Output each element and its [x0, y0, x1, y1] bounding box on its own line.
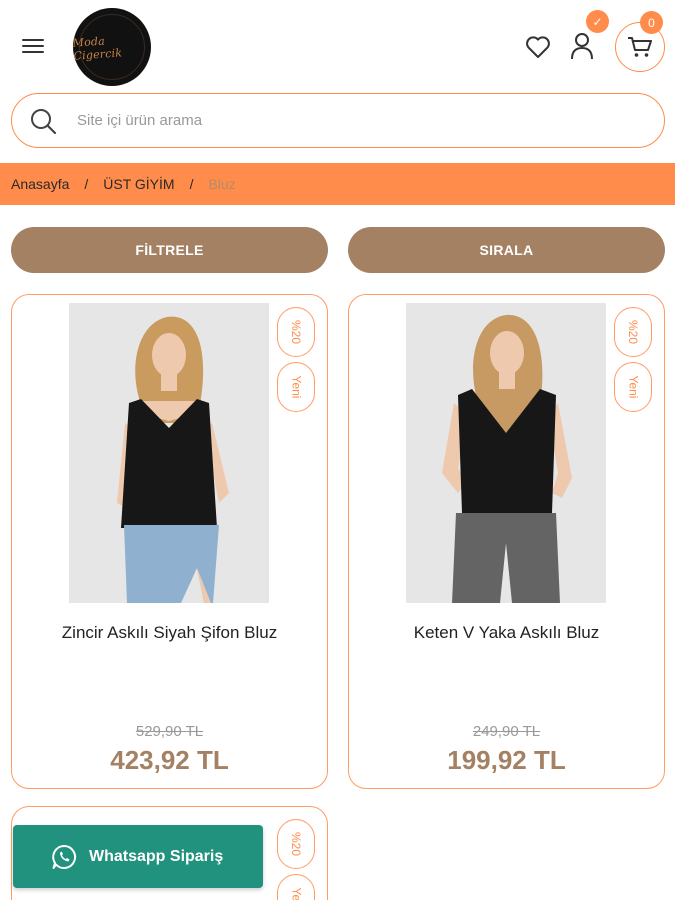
whatsapp-icon — [52, 844, 77, 869]
new-tag: Yeni — [277, 362, 315, 412]
filter-button[interactable]: FİLTRELE — [11, 227, 328, 273]
user-status-badge: ✓ — [586, 10, 609, 33]
old-price: 529,90 TL — [135, 723, 204, 740]
wishlist-heart-icon[interactable] — [524, 33, 552, 61]
breadcrumb-separator: / — [189, 176, 194, 192]
breadcrumb-current: Bluz — [208, 176, 236, 192]
new-tag: Yeni — [614, 362, 652, 412]
old-price: 249,90 TL — [472, 723, 541, 740]
cart-count-badge: 0 — [640, 11, 663, 34]
search-icon[interactable] — [29, 107, 57, 135]
whatsapp-label: Whatsapp Sipariş — [89, 847, 224, 865]
breadcrumb-category[interactable]: ÜST GİYİM — [103, 176, 174, 192]
new-price: 199,92 TL — [447, 745, 566, 775]
discount-tag: %20 — [277, 307, 315, 357]
new-tag-text: Yeni — [288, 887, 303, 900]
hamburger-menu-icon[interactable] — [20, 36, 46, 56]
logo-text: Moda Cigercik — [72, 34, 123, 63]
breadcrumb-home[interactable]: Anasayfa — [11, 176, 69, 192]
discount-tag-text: %20 — [289, 319, 303, 345]
breadcrumb-separator: / — [84, 176, 89, 192]
search-input[interactable] — [77, 112, 637, 129]
discount-tag-text: %20 — [626, 319, 640, 345]
breadcrumb: Anasayfa / ÜST GİYİM / Bluz — [0, 163, 675, 205]
new-tag-text: Yeni — [625, 375, 640, 399]
new-price: 423,92 TL — [110, 745, 229, 775]
product-name[interactable]: Zincir Askılı Siyah Şifon Bluz — [12, 623, 327, 643]
discount-tag-text: %20 — [289, 831, 303, 857]
whatsapp-order-button[interactable]: Whatsapp Sipariş — [13, 825, 263, 888]
sort-button[interactable]: SIRALA — [348, 227, 665, 273]
search-bar — [11, 93, 665, 148]
product-image[interactable] — [69, 303, 269, 603]
header: Moda Cigercik ✓ 0 — [0, 0, 675, 92]
discount-tag: %20 — [277, 819, 315, 869]
product-name[interactable]: Keten V Yaka Askılı Bluz — [349, 623, 664, 643]
product-card[interactable]: %20 Yeni Keten V Yaka Askılı Bluz 249,90… — [348, 294, 665, 789]
logo[interactable]: Moda Cigercik — [72, 8, 151, 86]
discount-tag: %20 — [614, 307, 652, 357]
product-image[interactable] — [406, 303, 606, 603]
product-card[interactable]: %20 Yeni Zincir Askılı Siyah Şifon Bluz … — [11, 294, 328, 789]
new-tag: Yeni — [277, 874, 315, 900]
user-account-icon[interactable] — [568, 31, 596, 61]
cart-icon — [628, 37, 652, 57]
new-tag-text: Yeni — [288, 375, 303, 399]
